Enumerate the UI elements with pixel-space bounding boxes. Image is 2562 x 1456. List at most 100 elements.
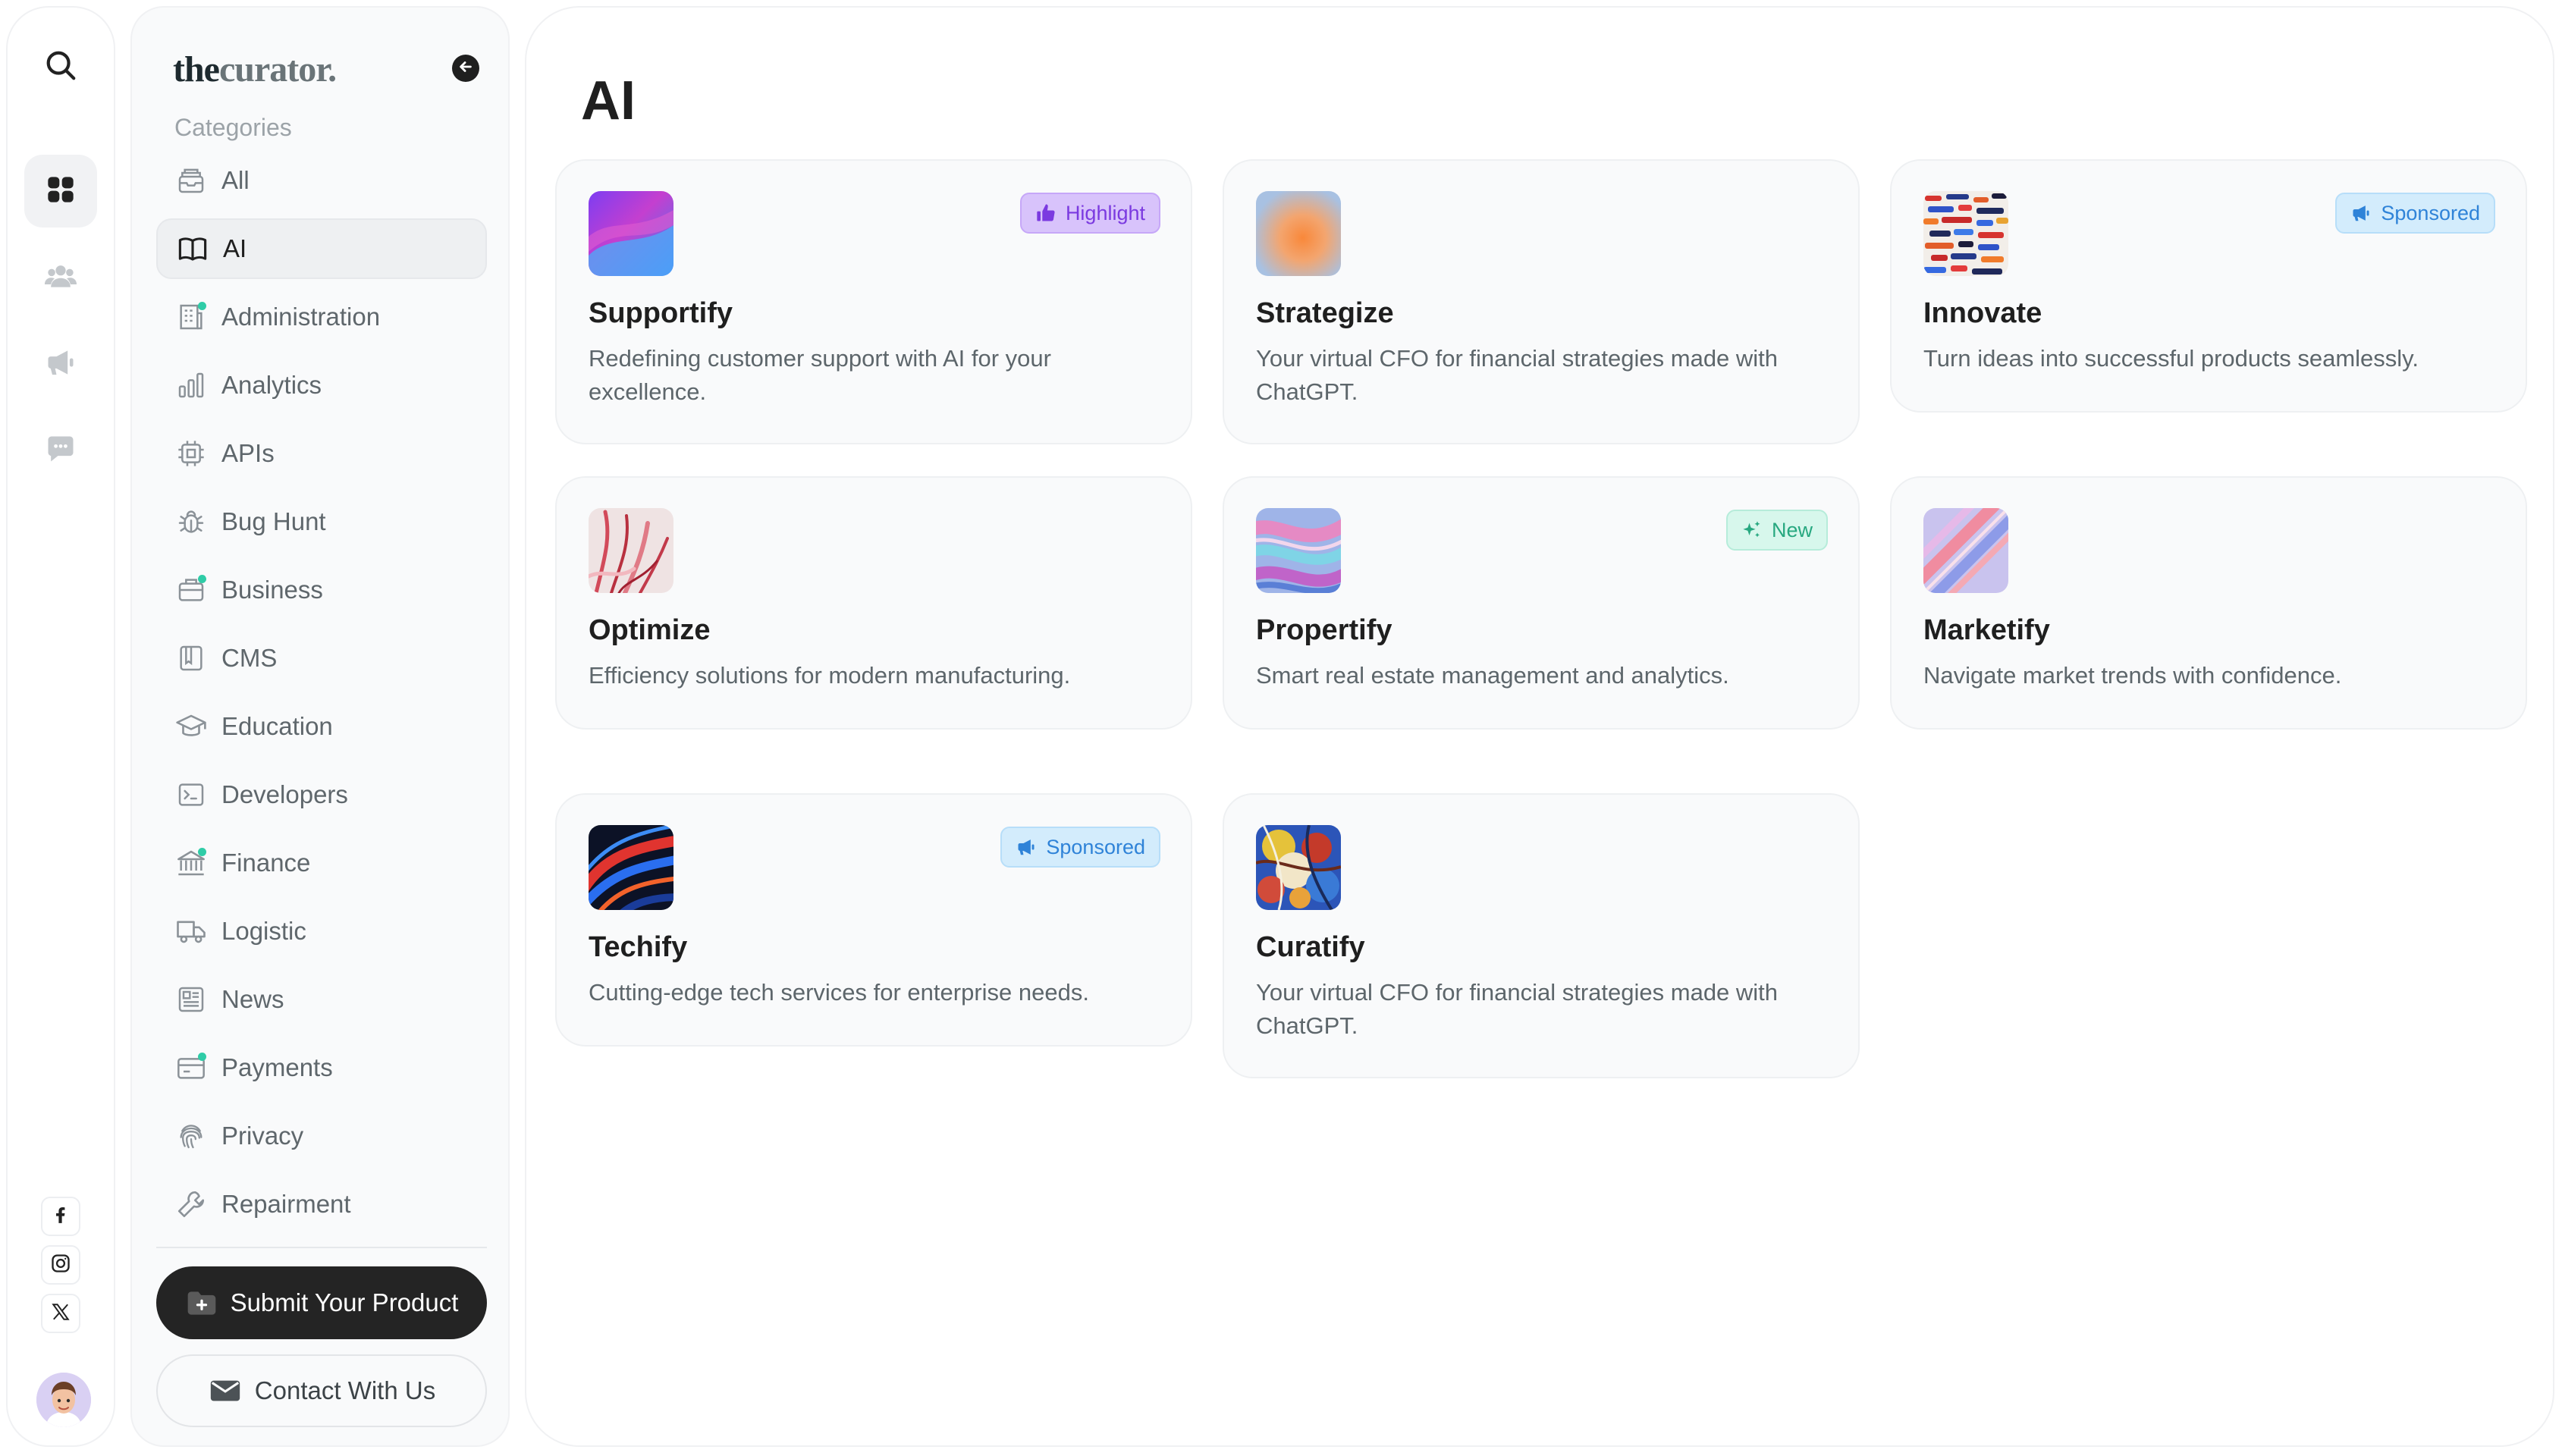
users-icon <box>44 259 77 297</box>
sidebar-divider <box>156 1247 487 1248</box>
sidebar-item-education[interactable]: Education <box>156 696 487 757</box>
grid-icon <box>46 174 76 209</box>
sidebar-item-ai[interactable]: AI <box>156 218 487 279</box>
sidebar-item-apis[interactable]: APIs <box>156 423 487 484</box>
arrow-left-icon <box>457 58 474 79</box>
sponsored-badge: Sponsored <box>1000 827 1160 868</box>
community-button[interactable] <box>24 241 97 314</box>
memoji-avatar-icon <box>36 1373 91 1427</box>
collapse-sidebar-button[interactable] <box>452 55 479 82</box>
book-icon <box>176 232 209 265</box>
main-content: AI Highlight Supportify Redefining custo… <box>525 6 2554 1447</box>
avatar[interactable] <box>36 1373 91 1427</box>
sidebar-item-label: AI <box>223 234 247 262</box>
thumbs-up-icon <box>1035 202 1057 224</box>
brand-logo[interactable]: thecurator. <box>173 49 337 90</box>
grid-button[interactable] <box>24 155 97 228</box>
sidebar-item-cms[interactable]: CMS <box>156 628 487 689</box>
facebook-link[interactable] <box>41 1197 80 1236</box>
sidebar-item-label: Bug Hunt <box>221 507 326 535</box>
sidebar-item-analytics[interactable]: Analytics <box>156 355 487 416</box>
building-icon <box>174 300 208 334</box>
sidebar-item-logistic[interactable]: Logistic <box>156 901 487 962</box>
sidebar-item-label: News <box>221 985 284 1013</box>
badge-label: Highlight <box>1065 201 1145 224</box>
product-card-optimize[interactable]: Optimize Efficiency solutions for modern… <box>555 476 1192 730</box>
sidebar-item-business[interactable]: Business <box>156 560 487 620</box>
product-thumbnail <box>589 508 673 593</box>
product-name: Propertify <box>1256 614 1392 646</box>
sidebar-item-bug-hunt[interactable]: Bug Hunt <box>156 491 487 552</box>
product-thumbnail <box>1256 508 1341 593</box>
mail-icon <box>208 1373 243 1408</box>
product-name: Innovate <box>1923 297 2042 329</box>
product-name: Marketify <box>1923 614 2050 646</box>
icon-rail <box>6 6 115 1447</box>
sidebar-item-finance[interactable]: Finance <box>156 833 487 893</box>
graduation-cap-icon <box>174 710 208 743</box>
bank-icon <box>174 846 208 880</box>
tray-icon <box>174 164 208 197</box>
chat-icon <box>44 432 77 469</box>
search-button[interactable] <box>24 30 97 103</box>
folder-plus-icon <box>185 1286 218 1320</box>
product-thumbnail <box>1923 191 2008 276</box>
sidebar-item-label: Developers <box>221 780 348 808</box>
notification-dot <box>198 848 206 856</box>
product-description: Your virtual CFO for financial strategie… <box>1256 979 1779 1039</box>
product-card-techify[interactable]: Sponsored Techify Cutting-edge tech serv… <box>555 793 1192 1046</box>
categories-heading: Categories <box>174 114 292 141</box>
book-open-icon <box>174 642 208 675</box>
sidebar-item-developers[interactable]: Developers <box>156 764 487 825</box>
sponsored-badge: Sponsored <box>2335 193 2495 234</box>
announcements-button[interactable] <box>24 328 97 400</box>
instagram-link[interactable] <box>41 1245 80 1285</box>
search-icon <box>43 48 78 86</box>
badge-label: Sponsored <box>2381 201 2480 224</box>
truck-icon <box>174 915 208 948</box>
sidebar-item-label: APIs <box>221 439 275 467</box>
product-name: Optimize <box>589 614 711 646</box>
sidebar-item-label: Administration <box>221 303 381 331</box>
logo-text-curator: curator. <box>218 49 337 89</box>
sidebar-item-all[interactable]: All <box>156 150 487 211</box>
messages-button[interactable] <box>24 414 97 487</box>
sidebar-item-label: All <box>221 166 250 194</box>
instagram-icon <box>50 1253 71 1278</box>
logo-text-the: the <box>173 49 220 89</box>
product-card-marketify[interactable]: Marketify Navigate market trends with co… <box>1890 476 2527 730</box>
sidebar-item-label: Repairment <box>221 1190 351 1218</box>
badge-label: New <box>1771 518 1813 541</box>
chip-icon <box>174 437 208 470</box>
contact-label: Contact With Us <box>254 1376 436 1404</box>
product-card-curatify[interactable]: Curatify Your virtual CFO for financial … <box>1223 793 1860 1078</box>
product-description: Cutting-edge tech services for enterpris… <box>589 979 1089 1006</box>
submit-product-button[interactable]: Submit Your Product <box>156 1266 487 1339</box>
product-name: Techify <box>589 931 688 963</box>
sidebar-item-privacy[interactable]: Privacy <box>156 1106 487 1166</box>
bug-icon <box>174 505 208 538</box>
x-logo-icon <box>51 1302 71 1326</box>
sidebar-item-repairment[interactable]: Repairment <box>156 1174 487 1235</box>
sidebar-item-label: Business <box>221 576 323 604</box>
sidebar-item-label: Logistic <box>221 917 306 945</box>
product-card-propertify[interactable]: New Propertify Smart real estate managem… <box>1223 476 1860 730</box>
notification-dot <box>198 575 206 583</box>
notification-dot <box>198 302 206 310</box>
x-twitter-link[interactable] <box>41 1294 80 1333</box>
sidebar-item-news[interactable]: News <box>156 969 487 1030</box>
product-name: Strategize <box>1256 297 1394 329</box>
product-thumbnail <box>1923 508 2008 593</box>
wrench-icon <box>174 1188 208 1221</box>
product-card-innovate[interactable]: Sponsored Innovate Turn ideas into succe… <box>1890 159 2527 413</box>
sidebar-item-payments[interactable]: Payments <box>156 1037 487 1098</box>
product-card-supportify[interactable]: Highlight Supportify Redefining customer… <box>555 159 1192 444</box>
product-card-strategize[interactable]: Strategize Your virtual CFO for financia… <box>1223 159 1860 444</box>
notification-dot <box>198 1053 206 1061</box>
fingerprint-icon <box>174 1119 208 1153</box>
product-description: Turn ideas into successful products seam… <box>1923 345 2419 372</box>
product-name: Supportify <box>589 297 733 329</box>
facebook-icon <box>51 1205 71 1228</box>
sidebar-item-administration[interactable]: Administration <box>156 287 487 347</box>
contact-button[interactable]: Contact With Us <box>156 1354 487 1427</box>
